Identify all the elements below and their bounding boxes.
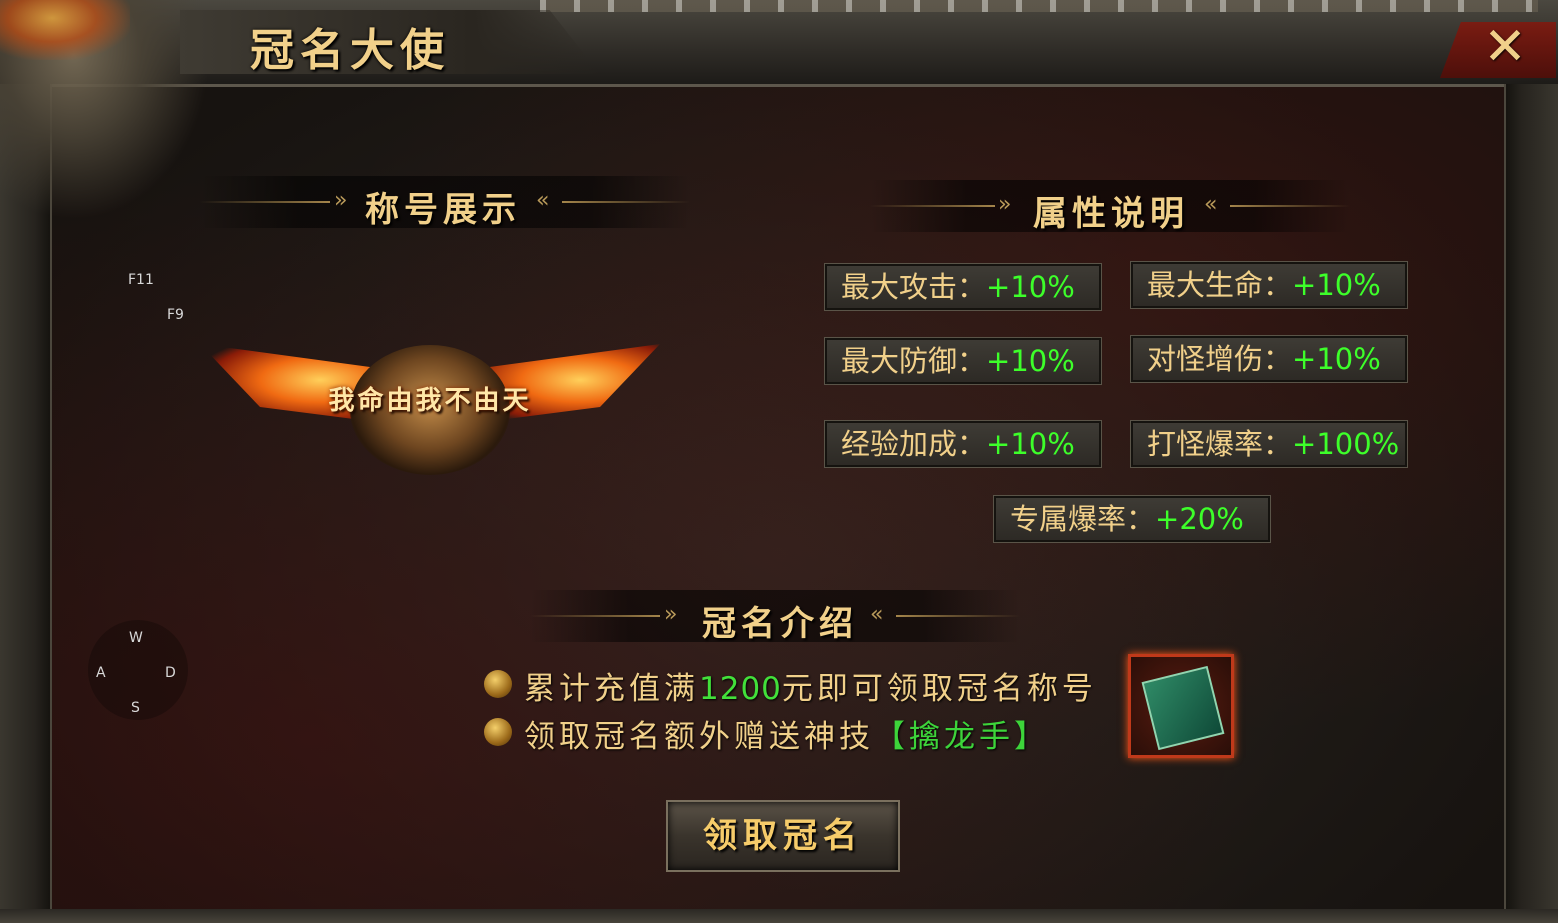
- header-ornament-right-icon: «: [1204, 192, 1218, 217]
- attr-max-defense: 最大防御：+10%: [824, 337, 1102, 385]
- attr-label: 最大防御：: [841, 344, 987, 378]
- attr-drop-rate: 打怪爆率：+100%: [1130, 420, 1408, 468]
- key-hint-d: D: [165, 665, 176, 681]
- header-ornament-left-icon: »: [998, 192, 1012, 217]
- attr-exp-bonus: 经验加成：+10%: [824, 420, 1102, 468]
- intro-text: 领取冠名额外赠送神技: [524, 719, 874, 755]
- section-header-intro: » 冠名介绍 «: [530, 590, 1020, 644]
- dragon-fire-icon: [0, 0, 130, 60]
- key-hint-f11: F11: [128, 272, 154, 288]
- bullet-icon: [484, 670, 512, 698]
- attr-exclusive-drop: 专属爆率：+20%: [993, 495, 1271, 543]
- claim-button-label: 领取冠名: [703, 816, 863, 856]
- skill-book-icon: [1141, 665, 1225, 751]
- header-ornament-left-icon: »: [334, 188, 348, 213]
- header-line-right: [562, 201, 690, 203]
- attr-value: +10%: [1292, 268, 1381, 302]
- header-line-left: [870, 205, 995, 207]
- section-title-display: 称号展示: [365, 190, 521, 230]
- window-frame-bottom: [0, 909, 1558, 923]
- attr-monster-damage: 对怪增伤：+10%: [1130, 335, 1408, 383]
- header-ornament-right-icon: «: [870, 602, 884, 627]
- header-ornament-left-icon: »: [664, 602, 678, 627]
- key-hint-a: A: [96, 665, 106, 681]
- header-line-left: [200, 201, 330, 203]
- intro-text: 累计充值满: [524, 671, 699, 707]
- title-badge: 我命由我不由天: [190, 310, 670, 485]
- claim-title-button[interactable]: 领取冠名: [666, 800, 900, 872]
- header-line-right: [896, 615, 1020, 617]
- attr-value: +10%: [986, 427, 1075, 461]
- skill-name: 【擒龙手】: [874, 719, 1049, 755]
- section-header-title-display: » 称号展示 «: [200, 176, 690, 230]
- section-header-attributes: » 属性说明 «: [870, 180, 1350, 234]
- attr-max-hp: 最大生命：+10%: [1130, 261, 1408, 309]
- header-line-right: [1230, 205, 1350, 207]
- attr-label: 经验加成：: [841, 427, 987, 461]
- attr-label: 最大生命：: [1147, 268, 1293, 302]
- attr-value: +10%: [986, 344, 1075, 378]
- attr-value: +20%: [1155, 502, 1244, 536]
- close-icon[interactable]: ✕: [1480, 21, 1530, 73]
- reward-item-slot[interactable]: [1128, 654, 1234, 758]
- attr-label: 对怪增伤：: [1147, 342, 1293, 376]
- key-hint-s: S: [131, 700, 140, 716]
- header-ornament-right-icon: «: [536, 188, 550, 213]
- frame-studs: [540, 0, 1538, 12]
- window-frame-right: [1504, 84, 1558, 923]
- badge-text: 我命由我不由天: [328, 386, 532, 416]
- window-title: 冠名大使: [250, 25, 450, 76]
- attr-value: +10%: [1292, 342, 1381, 376]
- key-hint-f9: F9: [167, 307, 184, 323]
- key-hint-w: W: [129, 630, 143, 646]
- attr-label: 最大攻击：: [841, 270, 987, 304]
- attr-label: 打怪爆率：: [1147, 427, 1293, 461]
- section-intro: 冠名介绍: [702, 604, 858, 644]
- title-sponsor-window: 冠名大使 ✕ F11 F9 W A D S » 称号展示 « 我命由我不由天 »…: [0, 0, 1558, 923]
- attr-label: 专属爆率：: [1010, 502, 1156, 536]
- intro-line-recharge: 累计充值满1200元即可领取冠名称号: [524, 663, 1097, 708]
- attr-max-attack: 最大攻击：+10%: [824, 263, 1102, 311]
- intro-line-skill: 领取冠名额外赠送神技【擒龙手】: [524, 711, 1049, 756]
- attr-value: +10%: [986, 270, 1075, 304]
- header-line-left: [530, 615, 660, 617]
- intro-text: 元即可领取冠名称号: [781, 671, 1097, 707]
- section-attributes: 属性说明: [1033, 194, 1189, 234]
- bullet-icon: [484, 718, 512, 746]
- recharge-amount: 1200: [699, 671, 782, 707]
- attr-value: +100%: [1292, 427, 1400, 461]
